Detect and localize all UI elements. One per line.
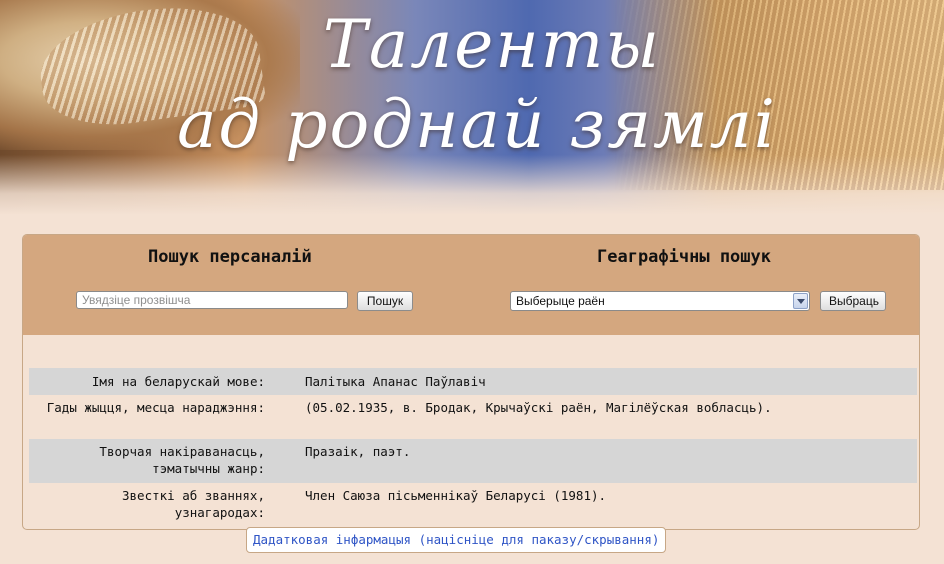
info-value: (05.02.1935, в. Бродак, Крычаўскі раён, … <box>305 400 772 415</box>
choose-button[interactable]: Выбраць <box>820 291 886 311</box>
search-panel: Пошук персаналій Геаграфічны пошук Пошук… <box>22 234 920 530</box>
search-button[interactable]: Пошук <box>357 291 413 311</box>
site-title-line1: Таленты <box>322 6 662 83</box>
site-title-line2: ад роднай зямлі <box>177 86 777 163</box>
info-row-years: Гады жыцця, месца нараджэння: (05.02.193… <box>29 395 917 439</box>
info-value: Член Саюза пісьменнікаў Беларусі (1981). <box>305 488 607 503</box>
info-label: Звесткі аб званнях, узнагародах: <box>122 488 265 520</box>
additional-info-toggle-link[interactable]: Дадатковая інфармацыя (націсніце для пак… <box>246 527 667 553</box>
district-select-value: Выберыце раён <box>516 294 605 308</box>
info-row-genre: Творчая накіраванасць, тэматычны жанр: П… <box>29 439 917 483</box>
info-value: Празаік, паэт. <box>305 444 411 459</box>
info-row-awards: Звесткі аб званнях, узнагародах: Член Са… <box>29 483 917 527</box>
persons-search-title: Пошук персаналій <box>148 247 312 267</box>
header-banner: Таленты ад роднай зямлі <box>0 0 944 215</box>
info-value: Палітыка Апанас Паўлавіч <box>305 374 486 389</box>
district-select[interactable]: Выберыце раён <box>510 291 810 311</box>
search-panel-header: Пошук персаналій Геаграфічны пошук Пошук… <box>23 235 919 335</box>
geo-search-title: Геаграфічны пошук <box>597 247 771 267</box>
info-label: Імя на беларускай мове: <box>91 374 265 389</box>
surname-search-input[interactable] <box>76 291 348 309</box>
chevron-down-icon[interactable] <box>793 293 808 309</box>
info-label: Творчая накіраванасць, тэматычны жанр: <box>99 444 265 476</box>
info-label: Гады жыцця, месца нараджэння: <box>46 400 265 415</box>
info-row-name: Імя на беларускай мове: Палітыка Апанас … <box>29 368 917 395</box>
